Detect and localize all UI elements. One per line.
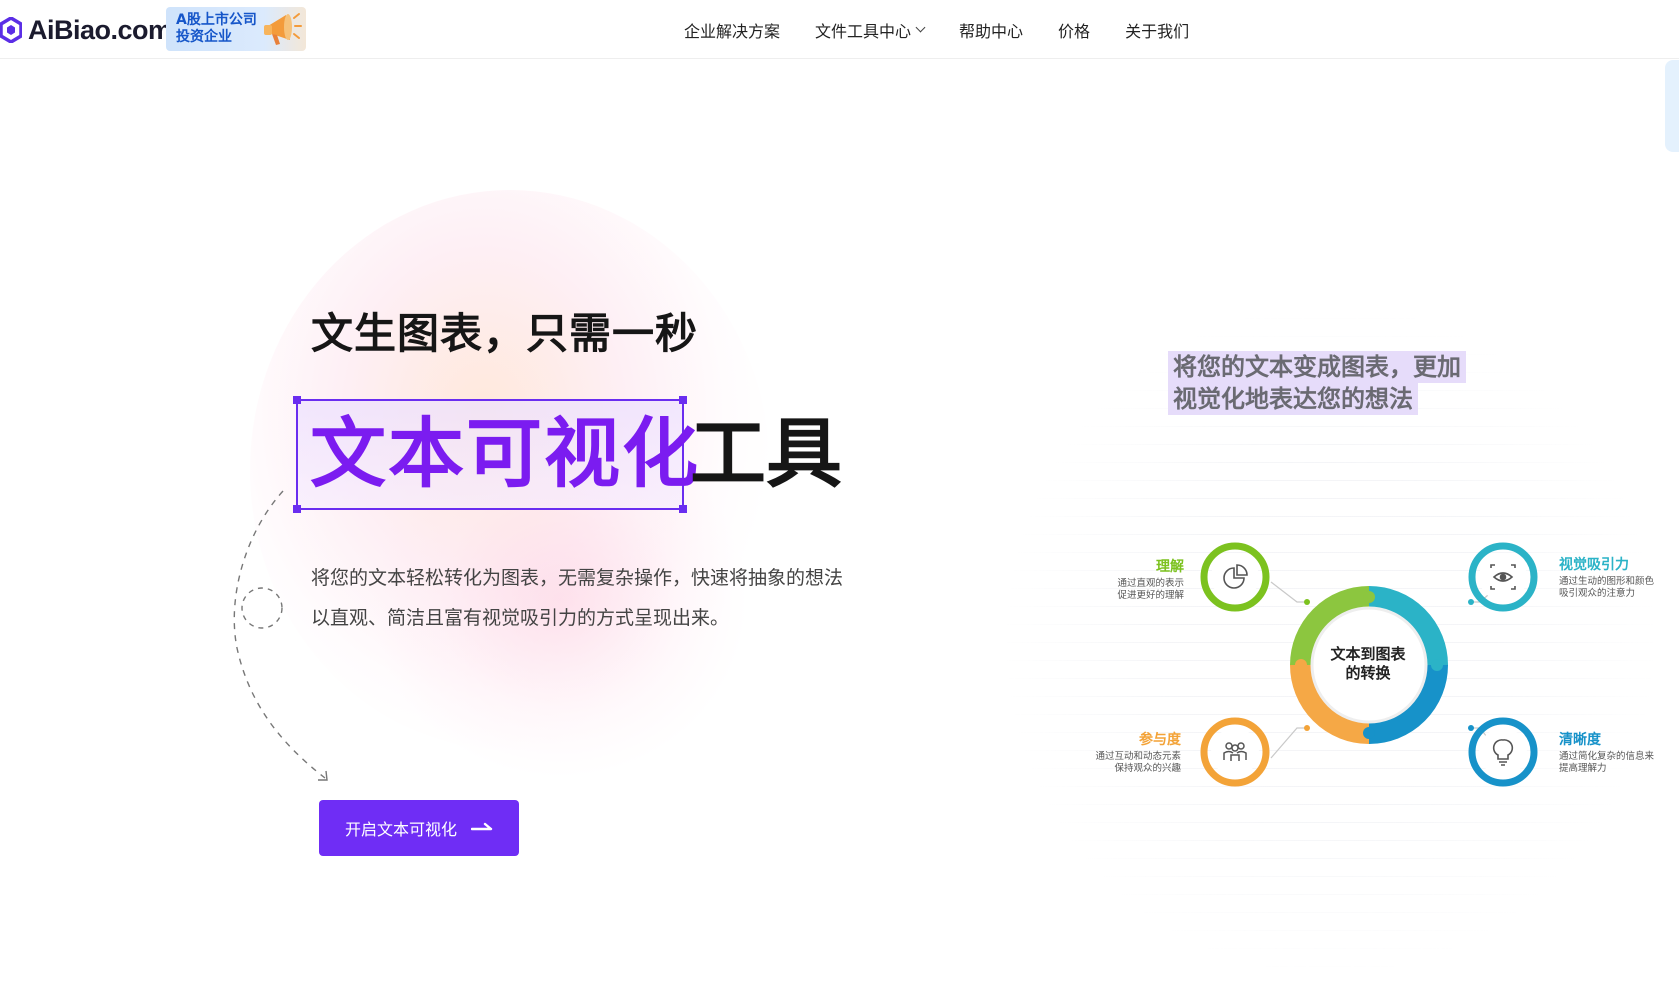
- top-header: AiBiao.com A股上市公司 投资企业 企业解决方案 文件工具中心 帮助中…: [0, 0, 1679, 59]
- feature-title-visual-appeal: 视觉吸引力: [1559, 557, 1629, 573]
- hero-highlight-word: 文本可视化: [310, 409, 700, 498]
- side-floating-tab[interactable]: [1665, 60, 1679, 152]
- hero-description: 将您的文本轻松转化为图表，无需复杂操作，快速将抽象的想法以直观、简洁且富有视觉吸…: [311, 567, 844, 629]
- nav-file-tools[interactable]: 文件工具中心: [815, 18, 926, 42]
- hero-highlight-rest: 工具: [690, 409, 842, 498]
- badge-line2: 投资企业: [176, 29, 232, 45]
- illustration-tagline: 将您的文本变成图表，更加 视觉化地表达您的想法: [1168, 351, 1466, 415]
- hero-title: 文生图表，只需一秒: [311, 309, 699, 358]
- chevron-down-icon: [915, 22, 926, 33]
- nav-help-center[interactable]: 帮助中心: [959, 18, 1023, 42]
- diagram-center-label: 文本到图表 的转换: [1330, 645, 1406, 682]
- badge-line1: A股上市公司: [176, 12, 257, 28]
- logo-mark-icon: [0, 17, 22, 43]
- listed-company-badge[interactable]: A股上市公司 投资企业: [166, 7, 306, 51]
- nav-pricing[interactable]: 价格: [1058, 18, 1090, 42]
- megaphone-icon: [264, 13, 302, 45]
- feature-desc-engagement: 通过互动和动态元素 保持观众的兴趣: [1095, 751, 1181, 774]
- start-visualization-button[interactable]: 开启文本可视化: [319, 800, 519, 856]
- logo-text: AiBiao.com: [28, 14, 172, 45]
- feature-title-understanding: 理解: [1156, 559, 1184, 575]
- selection-handle-icon: [679, 505, 687, 513]
- feature-title-clarity: 清晰度: [1559, 732, 1601, 748]
- cta-label: 开启文本可视化: [344, 822, 457, 839]
- feature-title-engagement: 参与度: [1139, 732, 1181, 748]
- feature-desc-visual-appeal: 通过生动的图形和颜色 吸引观众的注意力: [1559, 576, 1655, 599]
- selection-handle-icon: [679, 396, 687, 404]
- selection-handle-icon: [293, 396, 301, 404]
- dashed-arrow-decoration: [233, 490, 328, 781]
- site-logo[interactable]: AiBiao.com: [0, 14, 172, 46]
- feature-desc-clarity: 通过简化复杂的信息来 提高理解力: [1559, 751, 1655, 774]
- arrow-right-icon: [471, 822, 493, 831]
- main-nav: 企业解决方案 文件工具中心 帮助中心 价格 关于我们: [684, 0, 1224, 59]
- nav-about-us[interactable]: 关于我们: [1125, 18, 1189, 42]
- feature-desc-understanding: 通过直观的表示 促进更好的理解: [1117, 578, 1184, 601]
- nav-enterprise-solutions[interactable]: 企业解决方案: [684, 18, 780, 42]
